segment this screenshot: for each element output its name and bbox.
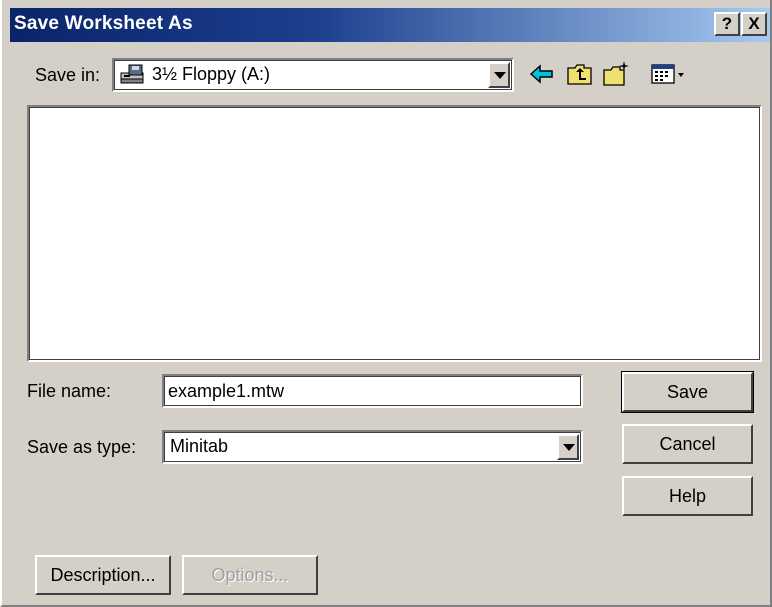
save-in-label: Save in:: [35, 65, 101, 85]
back-arrow-icon[interactable]: [528, 60, 556, 88]
save-button[interactable]: Save: [621, 371, 754, 413]
save-in-value: 3½ Floppy (A:): [152, 64, 271, 84]
help-title-button[interactable]: ?: [714, 12, 740, 36]
save-in-dropdown[interactable]: 3½ Floppy (A:): [112, 58, 514, 92]
help-button[interactable]: Help: [622, 476, 753, 516]
save-as-type-dropdown[interactable]: Minitab: [162, 430, 583, 464]
save-as-type-label: Save as type:: [27, 437, 137, 457]
view-menu-icon[interactable]: [650, 60, 690, 88]
chevron-down-icon[interactable]: [488, 62, 510, 88]
options-button: Options...: [182, 555, 318, 595]
chevron-down-icon[interactable]: [557, 434, 579, 460]
cancel-button[interactable]: Cancel: [622, 424, 753, 464]
close-button[interactable]: X: [741, 12, 767, 36]
description-button[interactable]: Description...: [35, 555, 171, 595]
floppy-drive-icon: [120, 64, 146, 86]
save-as-type-value: Minitab: [170, 436, 229, 456]
file-name-input[interactable]: [162, 374, 583, 408]
file-name-label: File name:: [27, 381, 112, 401]
create-new-folder-icon[interactable]: [602, 60, 630, 88]
up-one-level-icon[interactable]: [566, 60, 594, 88]
title-bar[interactable]: Save Worksheet As ? X: [10, 8, 770, 42]
dialog-title: Save Worksheet As: [14, 13, 193, 34]
save-worksheet-dialog: Save Worksheet As ? X Save in: 3½ Floppy…: [0, 0, 772, 607]
file-list[interactable]: [27, 105, 762, 362]
